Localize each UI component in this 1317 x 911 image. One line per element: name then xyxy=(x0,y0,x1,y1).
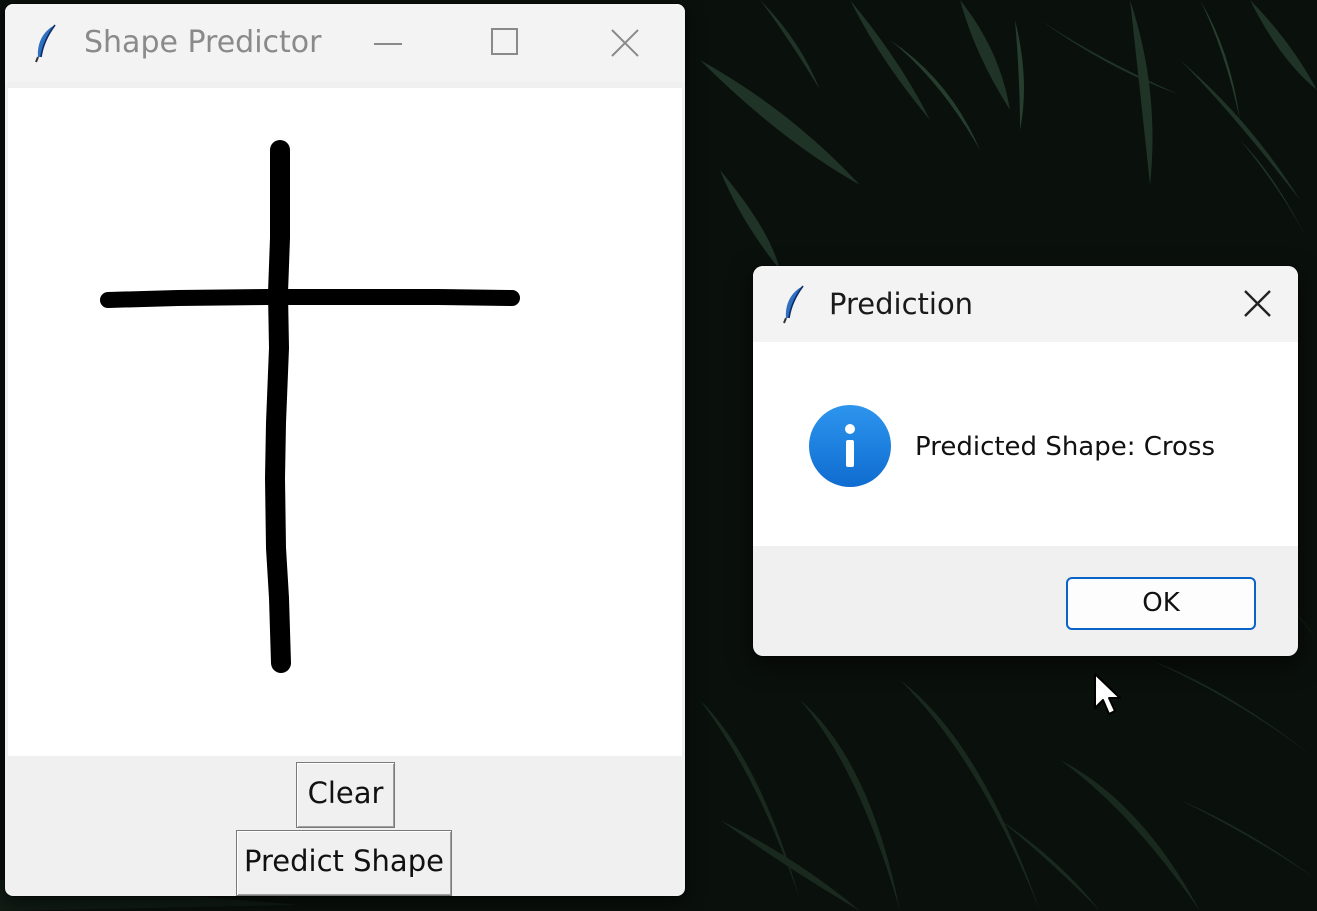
close-icon[interactable] xyxy=(1233,280,1283,328)
maximize-icon[interactable] xyxy=(477,18,533,68)
window-title: Shape Predictor xyxy=(84,25,322,60)
prediction-dialog: Prediction Predicted Shape: Cross OK xyxy=(753,266,1298,656)
dialog-title: Prediction xyxy=(829,287,974,321)
feather-icon xyxy=(783,285,804,324)
close-icon[interactable] xyxy=(597,18,653,68)
predict-shape-button[interactable]: Predict Shape xyxy=(236,830,452,896)
main-titlebar[interactable]: Shape Predictor xyxy=(5,4,685,82)
drawing-canvas[interactable] xyxy=(8,88,682,756)
drawn-cross-strokes xyxy=(100,140,520,673)
ok-button[interactable]: OK xyxy=(1066,577,1256,630)
info-icon xyxy=(809,405,891,487)
dialog-body: Predicted Shape: Cross xyxy=(753,342,1298,546)
mouse-pointer-icon xyxy=(1094,673,1121,715)
prediction-message: Predicted Shape: Cross xyxy=(915,432,1216,462)
feather-icon xyxy=(35,24,56,63)
shape-predictor-window: Shape Predictor Clear Predict Shape xyxy=(5,4,685,896)
dialog-titlebar[interactable]: Prediction xyxy=(753,266,1298,342)
minimize-icon[interactable] xyxy=(360,18,416,68)
desktop: Shape Predictor Clear Predict Shape Pred… xyxy=(0,0,1317,911)
clear-button[interactable]: Clear xyxy=(296,762,395,828)
